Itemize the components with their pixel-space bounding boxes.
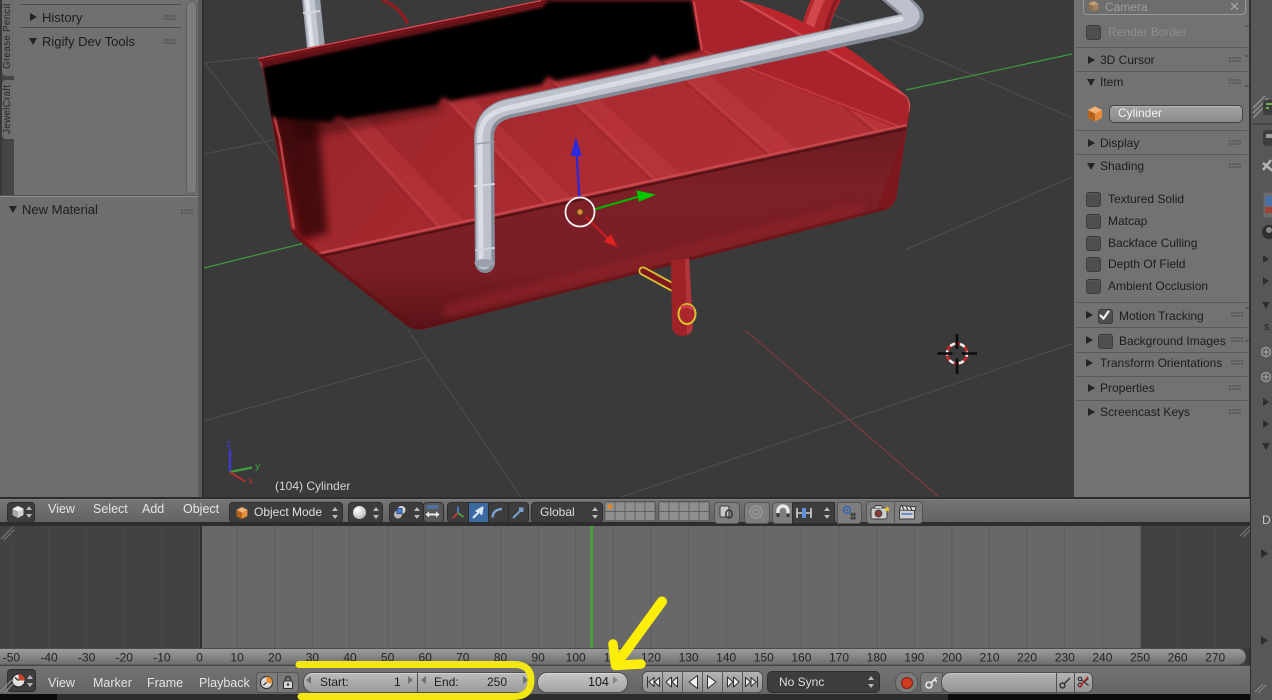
svg-text:y: y [255, 460, 261, 472]
svg-text:x: x [248, 475, 254, 487]
svg-text:D: D [1262, 513, 1271, 527]
svg-text:(104) Cylinder: (104) Cylinder [275, 479, 350, 493]
svg-text:170: 170 [829, 651, 849, 665]
svg-text:80: 80 [494, 651, 508, 665]
svg-text:110: 110 [604, 651, 623, 665]
svg-text:220: 220 [1017, 651, 1037, 665]
svg-text:-10: -10 [153, 651, 171, 665]
svg-text:40: 40 [343, 651, 357, 665]
svg-text:150: 150 [754, 651, 774, 665]
svg-text:10: 10 [230, 651, 244, 665]
svg-text:20: 20 [268, 651, 282, 665]
svg-text:130: 130 [679, 651, 699, 665]
svg-text:90: 90 [531, 651, 545, 665]
svg-text:-30: -30 [78, 651, 96, 665]
svg-text:100: 100 [566, 651, 586, 665]
svg-text:-50: -50 [3, 651, 21, 665]
svg-text:s: s [1264, 321, 1270, 333]
svg-text:270: 270 [1205, 651, 1225, 665]
svg-text:60: 60 [419, 651, 433, 665]
svg-text:210: 210 [979, 651, 999, 665]
svg-text:120: 120 [641, 651, 661, 665]
svg-text:-40: -40 [40, 651, 58, 665]
svg-text:50: 50 [381, 651, 395, 665]
svg-text:-20: -20 [116, 651, 134, 665]
svg-text:240: 240 [1092, 651, 1112, 665]
svg-text:160: 160 [791, 651, 811, 665]
svg-text:180: 180 [867, 651, 887, 665]
svg-text:140: 140 [716, 651, 736, 665]
svg-text:230: 230 [1055, 651, 1075, 665]
svg-text:30: 30 [306, 651, 320, 665]
svg-text:70: 70 [456, 651, 470, 665]
svg-text:190: 190 [904, 651, 924, 665]
svg-text:260: 260 [1168, 651, 1188, 665]
svg-text:200: 200 [942, 651, 962, 665]
svg-text:250: 250 [1130, 651, 1150, 665]
svg-text:z: z [226, 438, 231, 450]
svg-text:0: 0 [196, 651, 203, 665]
